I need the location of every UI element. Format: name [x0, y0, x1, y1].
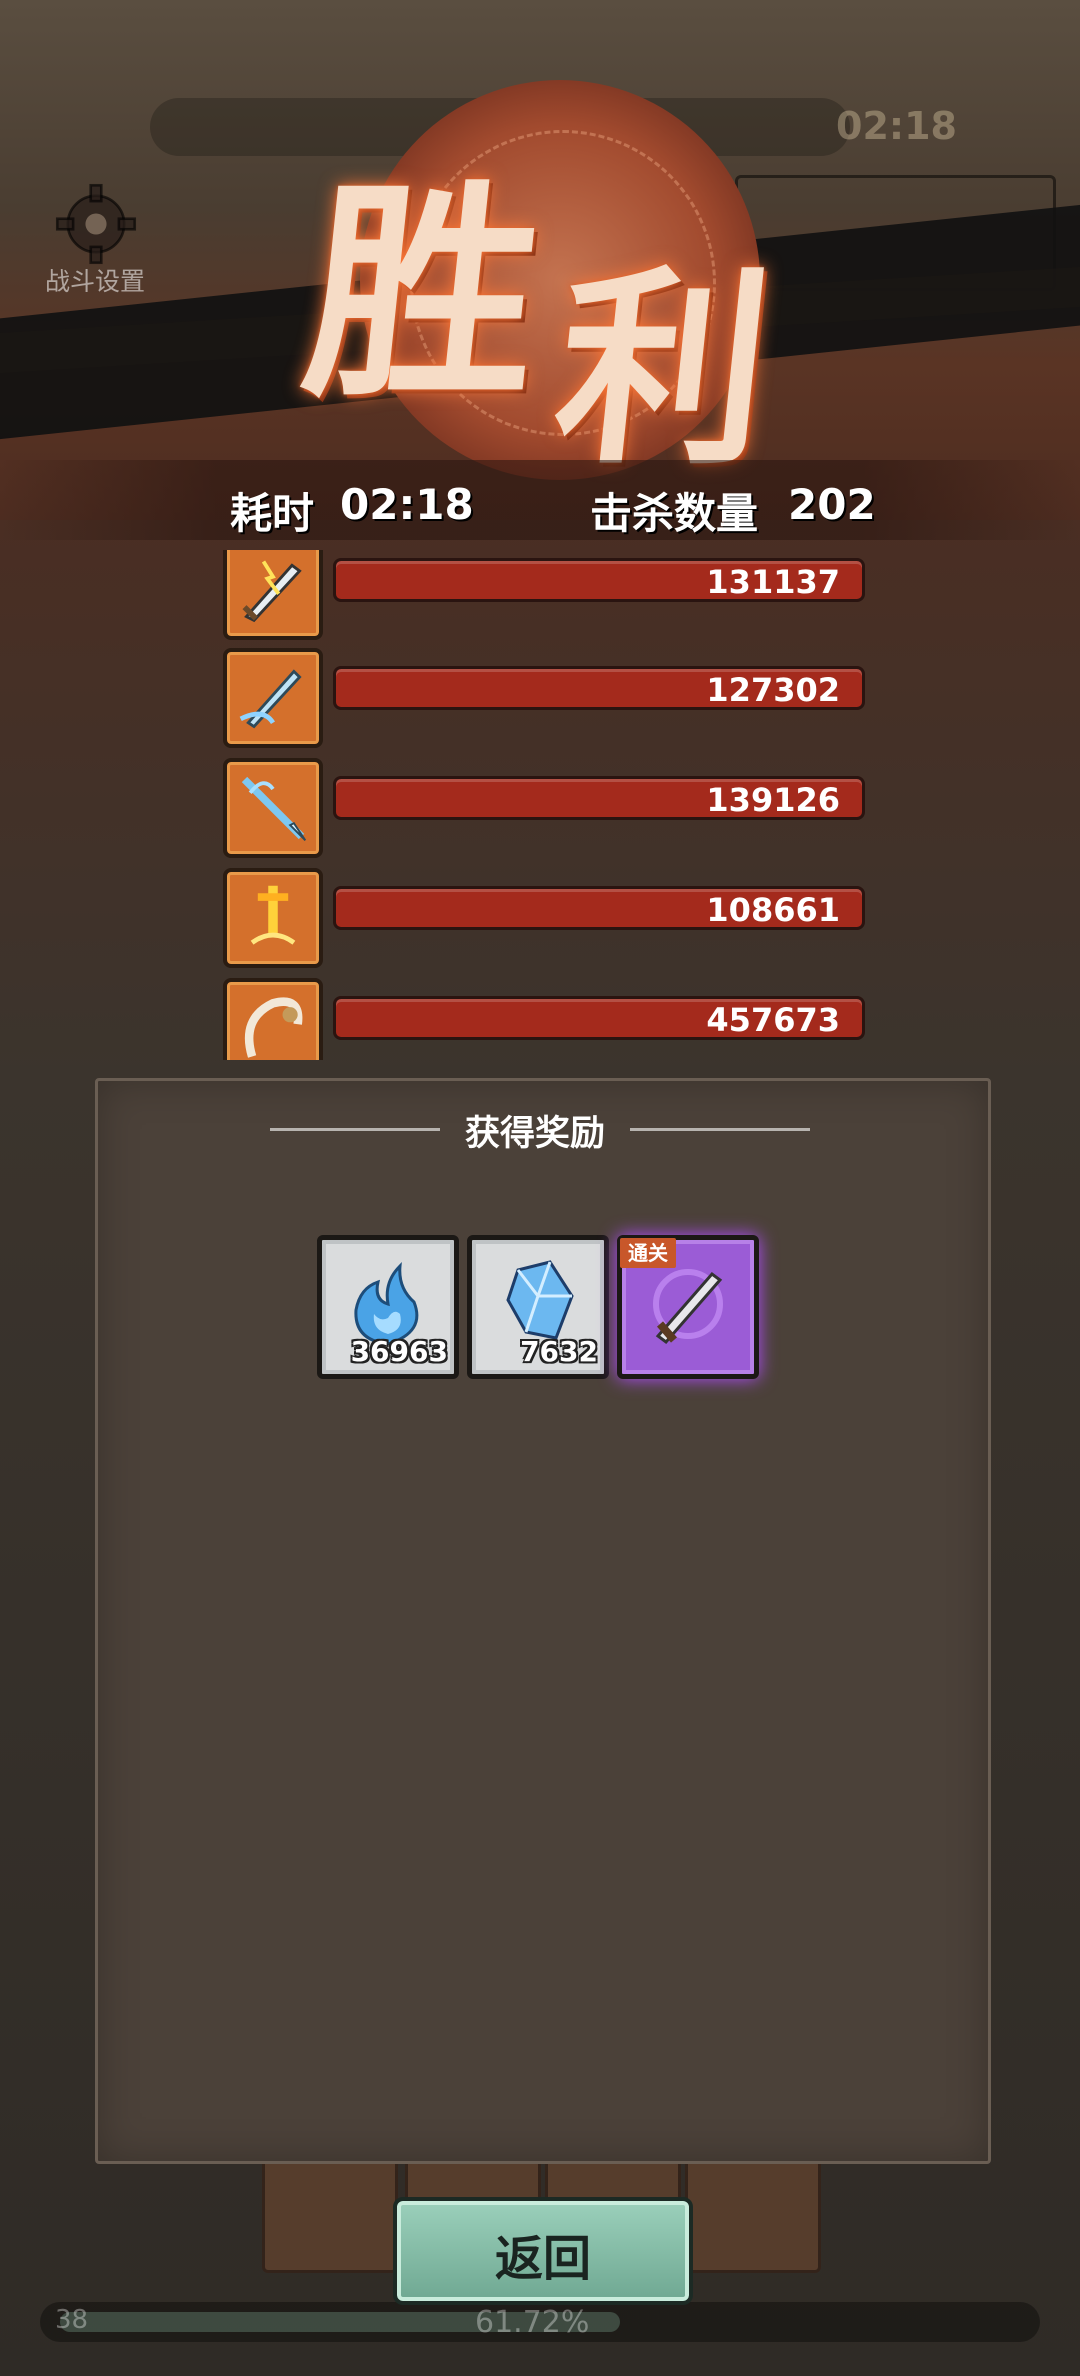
kills-value: 202: [788, 480, 876, 529]
lightning-sword-icon: [223, 550, 323, 640]
crescent-blade-icon: [223, 978, 323, 1060]
divider-right: [630, 1128, 810, 1131]
weapon-row: 131137: [220, 550, 870, 640]
reward-item[interactable]: 36963: [317, 1235, 459, 1379]
reward-item[interactable]: 7632: [467, 1235, 609, 1379]
gear-icon[interactable]: [52, 180, 140, 268]
victory-title-char-2: 利: [545, 246, 782, 493]
time-label: 耗时: [230, 489, 315, 538]
weapon-row: 139126: [220, 758, 870, 858]
weapon-row: 457673: [220, 978, 870, 1060]
kills-label: 击杀数量: [590, 489, 759, 538]
weapon-damage-list[interactable]: 131137 127302 139126 108661 457673: [220, 550, 870, 1060]
return-button[interactable]: 返回: [393, 2197, 693, 2305]
reward-title: 获得奖励: [464, 1114, 605, 1154]
golden-sword-icon: [223, 868, 323, 968]
bottom-level: 38: [55, 2305, 89, 2335]
ice-spear-icon: [223, 758, 323, 858]
damage-bar: 108661: [333, 886, 865, 930]
victory-title-char-1: 胜: [293, 159, 553, 429]
damage-value: 131137: [706, 563, 840, 601]
clear-tag: 通关: [620, 1238, 676, 1268]
bottom-progress-text: 61.72%: [475, 2305, 590, 2340]
return-button-label: 返回: [494, 2231, 591, 2287]
stats-band: [0, 460, 1080, 540]
time-value: 02:18: [340, 480, 474, 529]
damage-bar: 131137: [333, 558, 865, 602]
damage-bar: 127302: [333, 666, 865, 710]
settings-label: 战斗设置: [45, 267, 146, 296]
reward-count: 36963: [350, 1335, 448, 1368]
damage-value: 108661: [706, 891, 840, 929]
reward-item[interactable]: 通关: [617, 1235, 759, 1379]
frost-sword-icon: [223, 648, 323, 748]
damage-bar: 457673: [333, 996, 865, 1040]
damage-bar: 139126: [333, 776, 865, 820]
damage-value: 127302: [706, 671, 840, 709]
hud-timer: 02:18: [836, 104, 957, 148]
damage-value: 139126: [706, 781, 840, 819]
weapon-row: 127302: [220, 648, 870, 748]
weapon-row: 108661: [220, 868, 870, 968]
damage-value: 457673: [706, 1001, 840, 1039]
divider-left: [270, 1128, 440, 1131]
reward-count: 7632: [520, 1335, 598, 1368]
